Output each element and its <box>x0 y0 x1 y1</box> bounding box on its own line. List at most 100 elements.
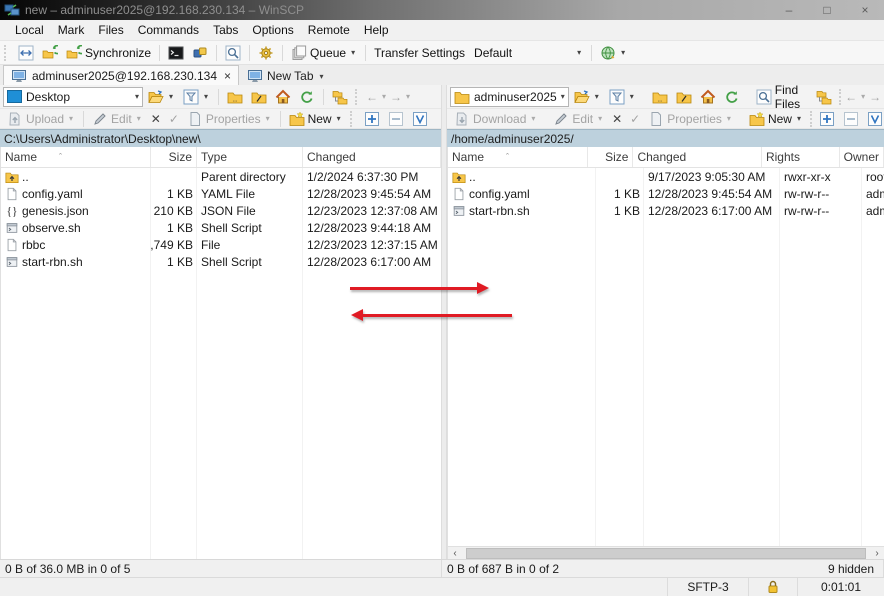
new-tab-button[interactable]: New Tab ▾ <box>239 66 334 86</box>
menu-options[interactable]: Options <box>245 23 300 37</box>
menu-mark[interactable]: Mark <box>51 23 92 37</box>
back-icon[interactable]: ← <box>366 90 378 104</box>
select-invert-button[interactable] <box>864 111 884 127</box>
encryption-indicator[interactable] <box>748 578 797 596</box>
tab-close-icon[interactable]: × <box>224 69 231 83</box>
local-directory-label: Desktop <box>26 90 70 104</box>
refresh-session-button[interactable] <box>222 44 244 62</box>
synchronize-button[interactable]: Synchronize <box>63 44 154 62</box>
column-header-size[interactable]: Size <box>588 147 634 167</box>
forward-icon[interactable]: → <box>390 90 402 104</box>
file-row[interactable]: genesis.json210 KBJSON File12/23/2023 12… <box>1 202 441 219</box>
column-header-size[interactable]: Size <box>151 147 197 167</box>
column-gridline <box>779 168 780 546</box>
select-remove-button[interactable] <box>385 111 407 127</box>
menu-help[interactable]: Help <box>357 23 396 37</box>
edit-button[interactable]: Edit▾ <box>550 111 607 127</box>
local-tree-button[interactable] <box>329 88 351 106</box>
select-add-button[interactable] <box>361 111 383 127</box>
session-tab-active[interactable]: adminuser2025@192.168.230.134 × <box>3 65 239 86</box>
remote-parent-dir-button[interactable] <box>649 88 671 106</box>
remote-filter-button[interactable]: ▾ <box>606 88 639 106</box>
delete-button[interactable]: ✕ <box>609 112 625 126</box>
local-path-bar[interactable]: C:\Users\Administrator\Desktop\new\ <box>0 129 441 147</box>
invert-selection-icon <box>867 111 883 127</box>
file-row[interactable]: config.yaml1 KBYAML File12/28/2023 9:45:… <box>1 185 441 202</box>
folder-tree-icon <box>332 89 348 105</box>
close-button[interactable]: × <box>846 0 884 20</box>
toolbar-separator <box>249 45 250 61</box>
file-row[interactable]: ..Parent directory1/2/2024 6:37:30 PM <box>1 168 441 185</box>
transfer-settings-button[interactable]: Transfer Settings Default ▾ <box>371 45 586 61</box>
remote-refresh-button[interactable] <box>721 88 743 106</box>
remote-path-bar[interactable]: /home/adminuser2025/ <box>447 129 884 147</box>
local-filter-button[interactable]: ▾ <box>180 88 213 106</box>
remote-root-dir-button[interactable] <box>673 88 695 106</box>
column-header-rights[interactable]: Rights <box>762 147 840 167</box>
upload-button[interactable]: Upload▾ <box>4 111 78 127</box>
sync-transfer-settings-button[interactable]: ▾ <box>597 44 630 62</box>
new-button[interactable]: New▾ <box>286 111 346 127</box>
file-row[interactable]: observe.sh1 KBShell Script12/28/2023 9:4… <box>1 219 441 236</box>
menu-local[interactable]: Local <box>8 23 51 37</box>
column-header-changed[interactable]: Changed <box>633 147 762 167</box>
column-header-changed[interactable]: Changed <box>303 147 441 167</box>
horizontal-scrollbar[interactable]: ‹ › <box>448 546 884 560</box>
local-refresh-button[interactable] <box>296 88 318 106</box>
local-open-directory-button[interactable]: ▾ <box>145 88 178 106</box>
rename-button[interactable]: ✓ <box>166 112 182 126</box>
file-changed-cell: 1/2/2024 6:37:30 PM <box>303 168 441 185</box>
select-remove-button[interactable] <box>840 111 862 127</box>
scrollbar-thumb[interactable] <box>466 548 866 559</box>
protocol-indicator[interactable]: SFTP-3 <box>667 578 748 596</box>
column-header-name[interactable]: Nameˆ <box>1 147 151 167</box>
local-file-toolbar: Upload▾ Edit▾ ✕ ✓ Properties▾ New▾ <box>0 109 441 129</box>
file-row[interactable]: rbbc36,749 KBFile12/23/2023 12:37:15 AM <box>1 236 441 253</box>
back-icon[interactable]: ← <box>845 90 857 104</box>
remote-tree-button[interactable] <box>813 88 835 106</box>
remote-home-button[interactable] <box>697 88 719 106</box>
local-root-dir-button[interactable] <box>248 88 270 106</box>
rename-button[interactable]: ✓ <box>627 112 643 126</box>
sync-browsing-button[interactable] <box>39 44 61 62</box>
file-row[interactable]: config.yaml1 KB12/28/2023 9:45:54 AMrw-r… <box>448 185 884 202</box>
find-files-button[interactable]: Find Files <box>753 82 803 112</box>
pencil-icon <box>553 111 569 127</box>
menu-remote[interactable]: Remote <box>301 23 357 37</box>
sort-ascending-icon: ˆ <box>59 152 62 162</box>
properties-button[interactable]: Properties▾ <box>184 111 275 127</box>
menu-commands[interactable]: Commands <box>131 23 206 37</box>
select-invert-button[interactable] <box>409 111 431 127</box>
main-toolbar: Synchronize Queue ▾ Transfer Settings De… <box>0 41 884 65</box>
remote-directory-dropdown[interactable]: adminuser2025 ▾ <box>450 87 569 107</box>
preferences-button[interactable] <box>255 44 277 62</box>
session-tab-bar: adminuser2025@192.168.230.134 × New Tab … <box>0 65 884 87</box>
remote-open-directory-button[interactable]: ▾ <box>571 88 604 106</box>
file-row[interactable]: start-rbn.sh1 KBShell Script12/28/2023 6… <box>1 253 441 270</box>
file-name-cell: start-rbn.sh <box>448 202 596 219</box>
new-button[interactable]: New▾ <box>746 111 806 127</box>
file-row[interactable]: start-rbn.sh1 KB12/28/2023 6:17:00 AMrw-… <box>448 202 884 219</box>
select-add-button[interactable] <box>816 111 838 127</box>
local-home-button[interactable] <box>272 88 294 106</box>
local-directory-dropdown[interactable]: Desktop ▾ <box>3 87 143 107</box>
local-parent-dir-button[interactable] <box>224 88 246 106</box>
properties-button[interactable]: Properties▾ <box>645 111 736 127</box>
column-header-owner[interactable]: Owner <box>840 147 884 167</box>
delete-button[interactable]: ✕ <box>148 112 164 126</box>
file-row[interactable]: ..9/17/2023 9:05:30 AMrwxr-xr-xroot <box>448 168 884 185</box>
download-button[interactable]: Download▾ <box>451 111 540 127</box>
edit-button[interactable]: Edit▾ <box>89 111 146 127</box>
open-terminal-button[interactable] <box>165 44 187 62</box>
forward-icon[interactable]: → <box>869 90 881 104</box>
maximize-button[interactable]: □ <box>808 0 846 20</box>
column-header-name[interactable]: Nameˆ <box>448 147 588 167</box>
menu-files[interactable]: Files <box>91 23 130 37</box>
column-header-type[interactable]: Type <box>197 147 303 167</box>
minimize-button[interactable]: – <box>770 0 808 20</box>
swap-panels-icon <box>18 45 34 61</box>
swap-panels-button[interactable] <box>15 44 37 62</box>
menu-tabs[interactable]: Tabs <box>206 23 245 37</box>
queue-button[interactable]: Queue ▾ <box>288 44 360 62</box>
addons-button[interactable] <box>189 44 211 62</box>
